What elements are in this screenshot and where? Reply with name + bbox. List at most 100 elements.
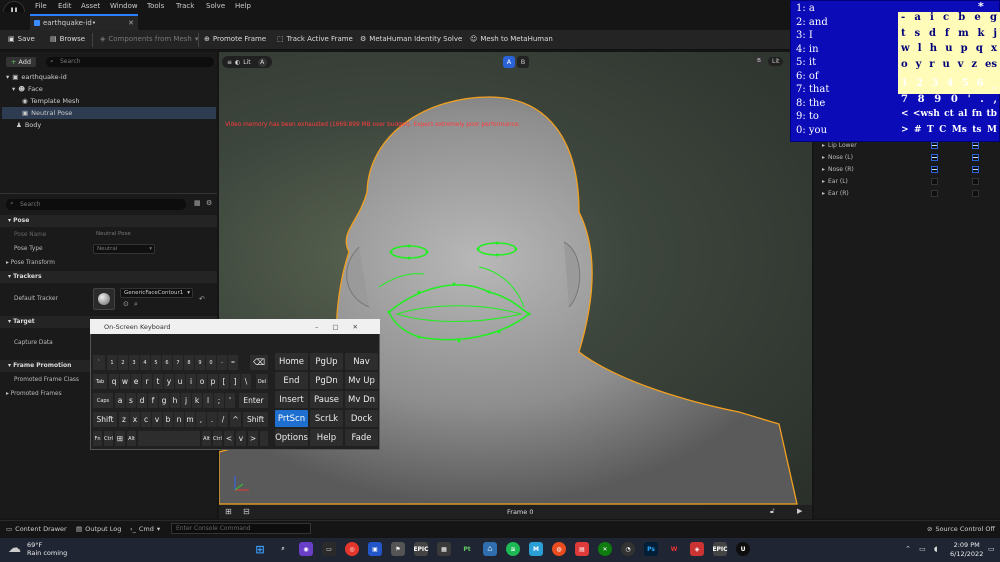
tree-item-template-mesh[interactable]: ◉ Template Mesh [2,95,216,107]
active-checkbox[interactable] [972,189,980,197]
letter-key[interactable]: y [916,59,922,75]
tree-item-body[interactable]: ♟ Body [2,119,216,131]
osk-nav-key[interactable]: PgDn [310,372,343,389]
osk-key[interactable]: d [137,393,147,408]
chat-icon[interactable]: ◉ [299,542,313,556]
tab-key[interactable]: Tab [93,374,107,389]
digit-key[interactable]: 7 [901,94,908,110]
menu-asset[interactable]: Asset [81,2,100,10]
letter-key[interactable]: v [958,59,964,75]
osk-key[interactable]: n [174,412,184,427]
digit-key[interactable]: M [987,125,997,141]
letter-key[interactable]: u [945,43,952,59]
notification-icon[interactable]: ▭ [988,545,995,553]
osk-key[interactable]: 8 [184,355,194,370]
osk-key[interactable]: ] [230,374,240,389]
letter-key[interactable]: s [915,28,921,44]
app-icon[interactable]: ♺ [483,542,497,556]
digit-key[interactable]: 1 [901,78,908,94]
camera-icon[interactable]: ▶ [797,507,802,515]
visible-checkbox[interactable] [931,165,939,173]
window-controls-icon[interactable]: –□✕ [315,323,372,331]
osk-key[interactable]: r [142,374,152,389]
epic-games-icon[interactable]: EPIC [712,542,728,556]
osk-key[interactable]: 2 [118,355,128,370]
osk-key[interactable]: 9 [195,355,205,370]
osk-nav-key[interactable]: Options [275,429,308,446]
digit-key[interactable]: ts [972,125,981,141]
letter-key[interactable]: k [978,28,985,44]
content-drawer-button[interactable]: ▭ Content Drawer [6,525,67,533]
clock[interactable]: 2:09 PM 6/12/2022 [950,541,983,559]
osk-nav-key[interactable]: End [275,372,308,389]
osk-key[interactable]: h [170,393,180,408]
letter-key[interactable]: i [930,12,934,28]
curve-row[interactable]: ▸ Ear (R) [822,187,998,199]
letter-key[interactable]: a [914,12,920,28]
osk-key[interactable]: x [130,412,140,427]
windows-key[interactable]: ⊞ [115,431,125,446]
app-icon[interactable]: Pt [460,542,474,556]
osk-key[interactable]: i [186,374,196,389]
letter-key[interactable]: h [930,43,937,59]
app-icon[interactable]: M [529,542,543,556]
view-mode-a[interactable]: ≡ ◐ Lit A [222,56,272,68]
menu-solve[interactable]: Solve [206,2,225,10]
osk-key[interactable]: = [228,355,238,370]
section-trackers[interactable]: ▾ Trackers [0,271,217,283]
osk-key[interactable]: . [207,412,217,427]
digit-key[interactable]: _ [992,78,997,94]
digit-key[interactable]: tb [987,109,997,125]
word-item[interactable]: 7: that [796,83,829,97]
osk-key[interactable]: f [148,393,158,408]
letter-key[interactable]: f [945,28,949,44]
view-a-button[interactable]: A [503,56,515,68]
letter-key[interactable]: u [942,59,949,75]
tree-item-earthquake-id[interactable]: ▾ ▣ earthquake-id [2,71,216,83]
letter-key[interactable]: r [929,59,934,75]
source-control-button[interactable]: ⊘ Source Control Off [927,525,995,533]
digit-key[interactable]: , [993,94,996,110]
osk-nav-key[interactable]: Mv Dn [345,391,378,408]
digit-key[interactable]: 3 [931,78,938,94]
word-item[interactable]: 4: in [796,43,829,57]
menu-key[interactable] [260,431,268,446]
osk-key[interactable]: o [197,374,207,389]
app-icon[interactable]: ▤ [575,542,589,556]
digit-key[interactable]: . [980,94,983,110]
osk-key[interactable]: q [109,374,119,389]
settings-icon[interactable]: ⚙ [206,199,212,207]
letter-key[interactable]: w [901,43,910,59]
letter-key[interactable]: es [985,59,997,75]
cmd-dropdown[interactable]: ›_ Cmd ▾ [130,525,160,533]
osk-key[interactable]: 0 [206,355,216,370]
osk-key[interactable]: g [159,393,169,408]
digit-key[interactable]: T [927,125,934,141]
digit-key[interactable]: fn [972,109,982,125]
app-icon[interactable]: ▣ [368,542,382,556]
letter-key[interactable]: o [901,59,908,75]
digit-key[interactable]: 8 [918,94,925,110]
promoted-frames-label[interactable]: ▸ Promoted Frames [6,391,62,397]
document-tab[interactable]: earthquake-id• ✕ [30,14,138,30]
app-icon[interactable]: ◔ [621,542,635,556]
osk-key[interactable]: , [196,412,206,427]
use-selected-icon[interactable]: ⊙ [123,300,129,308]
task-view-icon[interactable]: ▭ [322,542,336,556]
outliner-search-input[interactable]: Search [46,57,214,67]
digit-key[interactable]: 9 [934,94,941,110]
visible-checkbox[interactable] [931,153,939,161]
letter-key[interactable]: p [961,43,968,59]
letter-key[interactable]: q [976,43,983,59]
osk-nav-key[interactable]: Dock [345,410,378,427]
osk-key[interactable]: 6 [162,355,172,370]
osk-nav-key[interactable]: Fade [345,429,378,446]
osk-key[interactable]: y [164,374,174,389]
osk-key[interactable]: a [115,393,125,408]
add-frame-icon[interactable]: ⊞ [225,507,232,516]
menu-track[interactable]: Track [176,2,194,10]
letter-key[interactable]: z [971,59,977,75]
shift-key[interactable]: Shift [243,412,268,427]
osk-key[interactable]: ` [93,355,105,370]
osk-key[interactable]: 5 [151,355,161,370]
